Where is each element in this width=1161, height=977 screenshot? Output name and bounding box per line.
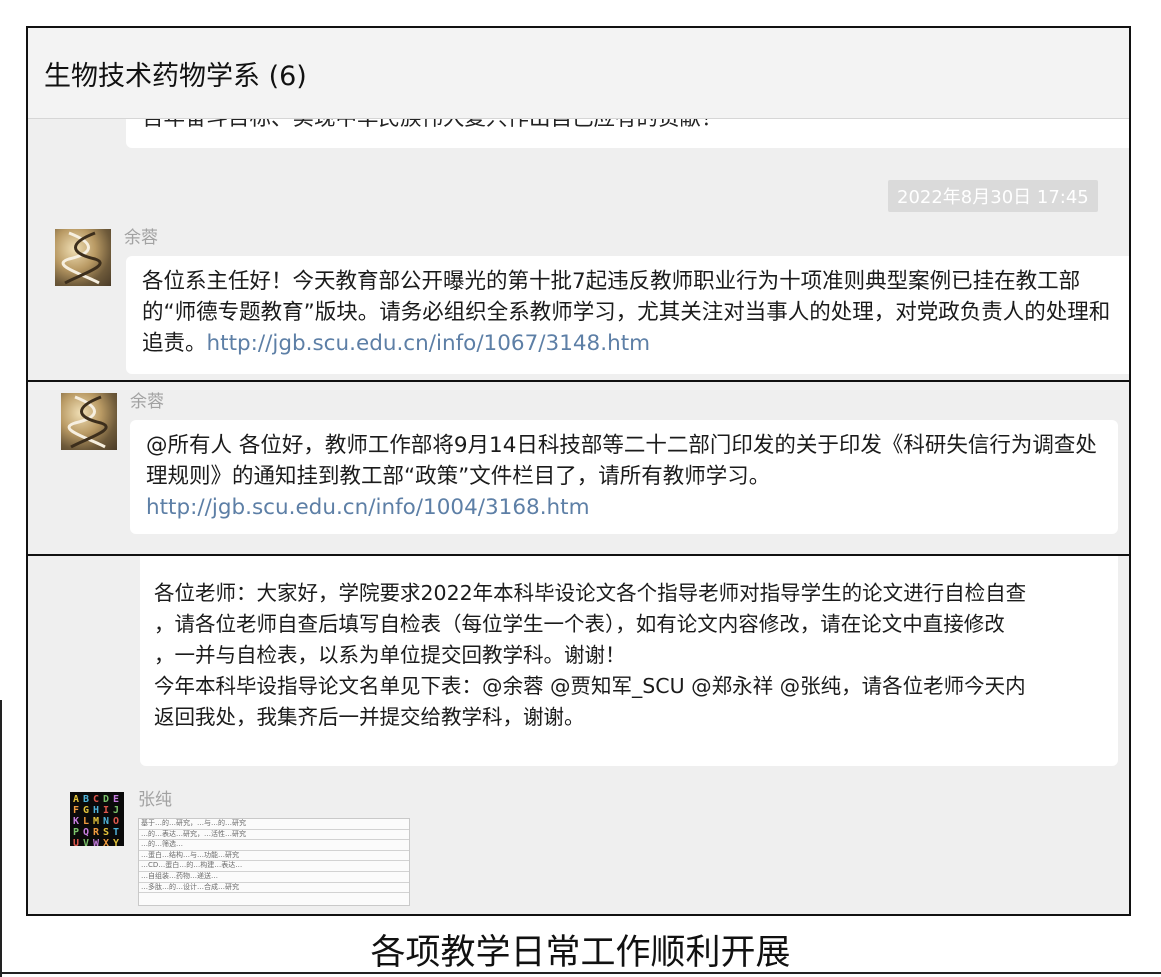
avatar[interactable] (61, 393, 117, 450)
avatar-letter: A (72, 794, 80, 805)
avatar[interactable] (55, 229, 111, 286)
message-line: 返回我处，我集齐后一并提交给教学科，谢谢。 (154, 705, 585, 729)
page-border-bottom (0, 972, 1161, 974)
avatar-letter: B (82, 794, 90, 805)
avatar-letter: H (92, 805, 100, 816)
avatar-letter: S (102, 827, 110, 838)
page-caption: 各项教学日常工作顺利开展 (370, 933, 791, 973)
avatar-letter: V (82, 838, 90, 846)
sender-name: 余蓉 (124, 228, 158, 248)
message-bubble[interactable]: 各位系主任好！今天教育部公开曝光的第十批7起违反教师职业行为十项准则典型案例已挂… (126, 256, 1129, 374)
table-thumbnail-row: …蛋白…结构…与…功能…研究 (139, 851, 409, 862)
message-text: @所有人 各位好，教师工作部将9月14日科技部等二十二部门印发的关于印发《科研失… (146, 433, 1097, 489)
chat-title: 生物技术药物学系 (6) (44, 61, 307, 92)
message-line: ，请各位老师自查后填写自检表（每位学生一个表），如有论文内容修改，请在论文中直接… (154, 612, 1005, 636)
avatar-letter: G (82, 805, 90, 816)
message-link[interactable]: http://jgb.scu.edu.cn/info/1067/3148.htm (207, 331, 651, 356)
table-thumbnail-row: …的…筛选… (139, 840, 409, 851)
chat-panel-2: 余蓉 @所有人 各位好，教师工作部将9月14日科技部等二十二部门印发的关于印发《… (26, 380, 1131, 556)
avatar-letter: I (102, 805, 110, 816)
avatar-letter: J (112, 805, 120, 816)
table-thumbnail-row: …的…表达…研究，…活性…研究 (139, 830, 409, 841)
sender-name: 余蓉 (130, 392, 164, 412)
avatar-letter: O (112, 816, 120, 827)
message-line: 各位老师：大家好，学院要求2022年本科毕设论文各个指导老师对指导学生的论文进行… (154, 581, 1027, 605)
avatar-letter: W (92, 838, 100, 846)
table-thumbnail-row: …CD…蛋白…的…构建…表达… (139, 861, 409, 872)
avatar-letter: R (92, 827, 100, 838)
avatar-letter: Q (82, 827, 90, 838)
table-thumbnail-rows: 基于…的…研究，…与…的…研究 …的…表达…研究，…活性…研究 …的…筛选… …蛋白…… (139, 819, 409, 894)
table-thumbnail-row: …多肽…的…设计…合成…研究 (139, 883, 409, 894)
avatar-letter: U (72, 838, 80, 846)
chat-header: 生物技术药物学系 (6) (28, 28, 1129, 119)
avatar-letter: X (102, 838, 110, 846)
avatar-letter: L (82, 816, 90, 827)
avatar-letter: E (112, 794, 120, 805)
dna-helix-icon (67, 395, 108, 449)
message-timestamp: 2022年8月30日 17:45 (888, 180, 1098, 212)
avatar[interactable]: ABCDEFGHIJKLMNOPQRSTUVWXYZ (70, 792, 124, 846)
avatar-letter-grid: ABCDEFGHIJKLMNOPQRSTUVWXYZ (71, 794, 123, 846)
table-thumbnail-row: 基于…的…研究，…与…的…研究 (139, 819, 409, 830)
chat-panel-1: 百年奋斗目标、实现中华民族伟大复兴作出自己应有的贡献！ 生物技术药物学系 (6)… (26, 26, 1131, 382)
avatar-letter: C (92, 794, 100, 805)
message-line: 今年本科毕设指导论文名单见下表：@余蓉 @贾知军_SCU @郑永祥 @张纯，请各… (154, 674, 1026, 698)
avatar-letter: N (102, 816, 110, 827)
avatar-letter: K (72, 816, 80, 827)
table-thumbnail-row: …自组装…药物…递送… (139, 872, 409, 883)
chat-panel-3: 各位老师：大家好，学院要求2022年本科毕设论文各个指导老师对指导学生的论文进行… (26, 554, 1131, 916)
message-bubble[interactable]: @所有人 各位好，教师工作部将9月14日科技部等二十二部门印发的关于印发《科研失… (130, 420, 1118, 534)
message-bubble[interactable]: 各位老师：大家好，学院要求2022年本科毕设论文各个指导老师对指导学生的论文进行… (140, 556, 1118, 766)
sender-name: 张纯 (138, 790, 172, 810)
avatar-letter: P (72, 827, 80, 838)
dna-helix-icon (61, 231, 102, 285)
avatar-letter: T (112, 827, 120, 838)
table-thumbnail-image[interactable]: 基于…的…研究，…与…的…研究 …的…表达…研究，…活性…研究 …的…筛选… …蛋白…… (138, 818, 410, 906)
avatar-letter: Y (112, 838, 120, 846)
avatar-letter: F (72, 805, 80, 816)
message-link[interactable]: http://jgb.scu.edu.cn/info/1004/3168.htm (146, 495, 590, 520)
message-line: ，一并与自检表，以系为单位提交回教学科。谢谢！ (154, 643, 626, 667)
avatar-letter: M (92, 816, 100, 827)
avatar-letter: D (102, 794, 110, 805)
